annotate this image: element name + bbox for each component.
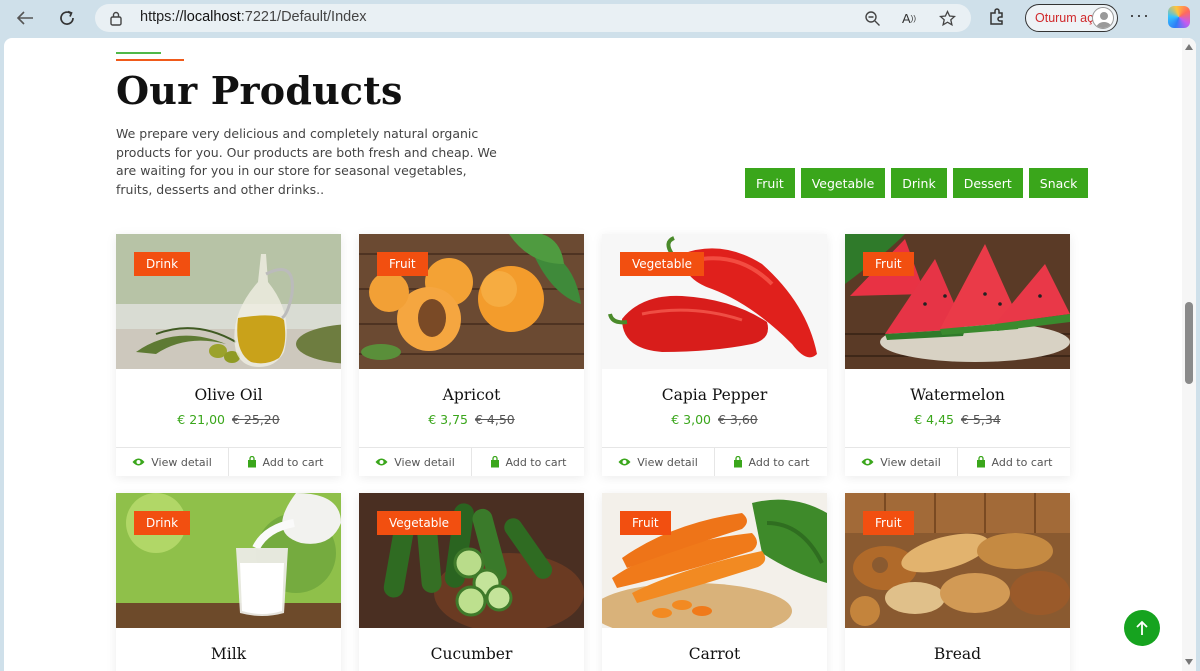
product-name[interactable]: Cucumber [359,645,584,663]
signin-button[interactable]: Oturum aç [1025,4,1118,32]
browser-toolbar: https://localhost:7221/Default/Index A))… [0,0,1200,38]
product-name[interactable]: Apricot [359,386,584,404]
category-filters: Fruit Vegetable Drink Dessert Snack [745,168,1089,198]
product-name[interactable]: Olive Oil [116,386,341,404]
filter-vegetable-button[interactable]: Vegetable [800,168,886,198]
category-badge: Vegetable [377,511,462,535]
product-image-cucumber[interactable]: Vegetable [359,493,584,628]
product-card[interactable]: Fruit Apricot € 3,75 € 4,50 View detail … [359,234,584,476]
product-name[interactable]: Bread [845,645,1070,663]
favorite-star-icon[interactable] [937,9,957,27]
category-badge: Fruit [863,252,914,276]
product-card[interactable]: Fruit Bread [845,493,1070,671]
product-image-bread[interactable]: Fruit [845,493,1070,628]
product-card[interactable]: Fruit Watermelon € 4,45 € 5,34 View deta… [845,234,1070,476]
product-image-milk[interactable]: Drink [116,493,341,628]
shopping-bag-icon [247,456,256,468]
url-text[interactable]: https://localhost:7221/Default/Index [140,9,367,25]
add-to-cart-button[interactable]: Add to cart [471,448,584,476]
arrow-up-icon [1136,620,1148,635]
card-actions: View detail Add to cart [845,447,1070,476]
scroll-down-arrow-icon[interactable] [1185,659,1193,665]
card-actions: View detail Add to cart [602,447,827,476]
product-image-watermelon[interactable]: Fruit [845,234,1070,369]
product-price: € 3,75 € 4,50 [428,412,515,427]
category-badge: Drink [134,511,191,535]
shopping-bag-icon [976,456,985,468]
scroll-up-arrow-icon[interactable] [1185,44,1193,50]
category-badge: Drink [134,252,191,276]
scrollbar-thumb[interactable] [1185,302,1193,384]
product-image-apricot[interactable]: Fruit [359,234,584,369]
add-to-cart-button[interactable]: Add to cart [714,448,827,476]
eye-icon [375,458,388,466]
product-name[interactable]: Milk [116,645,341,663]
signin-label: Oturum aç [1035,11,1094,25]
section-title: Our Products [116,68,403,113]
view-detail-button[interactable]: View detail [602,448,714,476]
add-to-cart-button[interactable]: Add to cart [228,448,341,476]
card-actions: View detail Add to cart [359,447,584,476]
eye-icon [618,458,631,466]
page-viewport: Our Products We prepare very delicious a… [4,38,1196,671]
scroll-to-top-button[interactable] [1124,610,1160,646]
extensions-icon[interactable] [987,7,1007,31]
more-menu-icon[interactable]: ··· [1129,6,1150,24]
scrollbar[interactable] [1182,38,1196,671]
eye-icon [861,458,874,466]
card-actions: View detail Add to cart [116,447,341,476]
view-detail-button[interactable]: View detail [845,448,957,476]
view-detail-button[interactable]: View detail [359,448,471,476]
address-bar[interactable]: https://localhost:7221/Default/Index A)) [95,4,971,32]
refresh-icon[interactable] [52,4,82,32]
section-description: We prepare very delicious and completely… [116,126,497,197]
category-badge: Vegetable [620,252,705,276]
title-decoration-line-accent [116,59,184,61]
copilot-icon[interactable] [1168,6,1190,28]
product-price: € 4,45 € 5,34 [914,412,1001,427]
profile-avatar-icon [1092,7,1114,29]
back-icon[interactable] [10,4,40,32]
title-decoration-line [116,52,161,54]
filter-snack-button[interactable]: Snack [1028,168,1089,198]
filter-dessert-button[interactable]: Dessert [952,168,1023,198]
zoom-icon[interactable] [862,9,882,27]
product-image-capia-pepper[interactable]: Vegetable [602,234,827,369]
eye-icon [132,458,145,466]
product-price: € 21,00 € 25,20 [177,412,280,427]
shopping-bag-icon [733,456,742,468]
product-card[interactable]: Vegetable Capia Pepper € 3,00 € 3,60 Vie… [602,234,827,476]
category-badge: Fruit [620,511,671,535]
product-card[interactable]: Drink Milk [116,493,341,671]
add-to-cart-button[interactable]: Add to cart [957,448,1070,476]
category-badge: Fruit [377,252,428,276]
filter-drink-button[interactable]: Drink [891,168,947,198]
shopping-bag-icon [490,456,499,468]
product-card[interactable]: Drink Olive Oil € 21,00 € 25,20 View det… [116,234,341,476]
product-name[interactable]: Carrot [602,645,827,663]
product-image-carrot[interactable]: Fruit [602,493,827,628]
product-price: € 3,00 € 3,60 [671,412,758,427]
filter-fruit-button[interactable]: Fruit [745,168,795,198]
product-name[interactable]: Capia Pepper [602,386,827,404]
view-detail-button[interactable]: View detail [116,448,228,476]
category-badge: Fruit [863,511,914,535]
product-card[interactable]: Vegetable Cucumber [359,493,584,671]
read-aloud-icon[interactable]: A)) [899,9,919,27]
product-card[interactable]: Fruit Carrot [602,493,827,671]
product-name[interactable]: Watermelon [845,386,1070,404]
product-image-olive-oil[interactable]: Drink [116,234,341,369]
lock-icon[interactable] [109,10,123,30]
